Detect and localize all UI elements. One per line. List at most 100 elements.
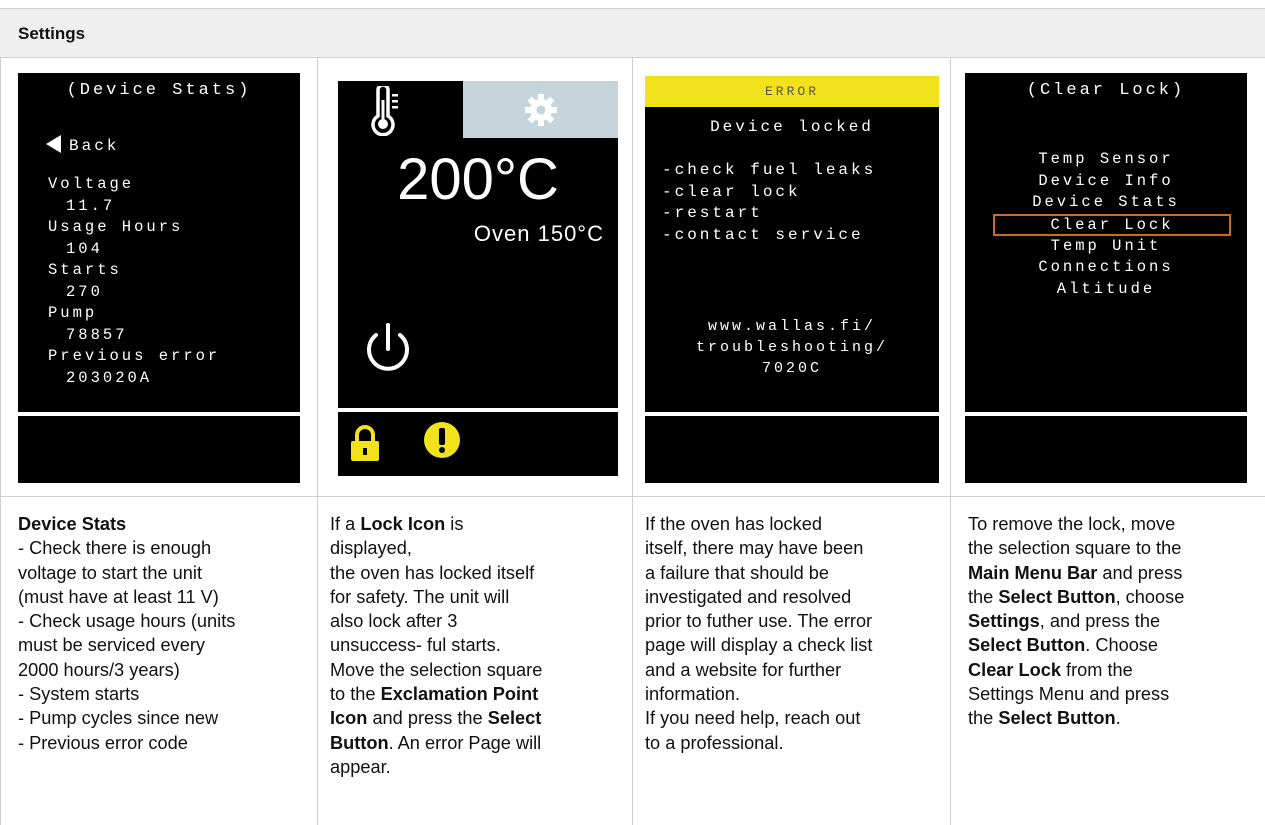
help-url: www.wallas.fi/ troubleshooting/ 7020C bbox=[645, 316, 939, 379]
menu-item-connections[interactable]: Connections bbox=[965, 257, 1247, 279]
lock-icon-description: If a Lock Icon is displayed, the oven ha… bbox=[330, 512, 625, 779]
screen-title: (Clear Lock) bbox=[1026, 81, 1186, 100]
back-label: Back bbox=[69, 137, 120, 155]
description-line: To remove the lock, move bbox=[968, 514, 1176, 534]
bold-term: Button bbox=[330, 732, 389, 753]
home-screen: 200°C Oven 150°C bbox=[338, 81, 618, 476]
clear-lock-description: To remove the lock, move the selection s… bbox=[968, 512, 1260, 731]
exclamation-icon[interactable] bbox=[423, 421, 461, 459]
list-item: -restart bbox=[662, 204, 763, 222]
screen-divider bbox=[645, 412, 939, 416]
description-line: for safety. The unit will bbox=[330, 586, 510, 607]
error-banner: ERROR bbox=[645, 76, 939, 107]
settings-table: Settings (Device Stats) Back Voltage 11.… bbox=[0, 0, 1265, 825]
description-line: - Pump cycles since new bbox=[18, 708, 219, 729]
description-line: displayed, bbox=[330, 538, 412, 559]
description-line: prior to futher use. The error bbox=[645, 611, 873, 632]
text-span: , choose bbox=[1115, 586, 1185, 607]
menu-item-device-info[interactable]: Device Info bbox=[965, 171, 1247, 193]
list-item: -clear lock bbox=[662, 182, 801, 201]
url-line: www.wallas.fi/ bbox=[707, 318, 877, 335]
bold-term: Settings bbox=[968, 611, 1040, 632]
stat-value: 11.7 bbox=[66, 196, 116, 215]
description-line: If the oven has locked bbox=[645, 514, 822, 534]
text-span: the bbox=[968, 708, 999, 729]
description-line: voltage to start the unit bbox=[18, 562, 203, 583]
stat-label: Usage Hours bbox=[48, 218, 184, 236]
text-span: . bbox=[1115, 708, 1121, 729]
description-line: to a professional. bbox=[645, 732, 784, 753]
current-temperature: 200°C bbox=[397, 147, 559, 212]
description-heading: Device Stats bbox=[18, 514, 127, 534]
stat-value: 270 bbox=[66, 282, 103, 301]
error-page-description: If the oven has locked itself, there may… bbox=[645, 512, 945, 755]
header-title: Settings bbox=[18, 24, 86, 43]
description-line: Move the selection square bbox=[330, 659, 543, 680]
error-screen: ERROR Device locked -check fuel leaks -c… bbox=[645, 76, 939, 483]
menu-item-temp-sensor[interactable]: Temp Sensor bbox=[965, 149, 1247, 171]
list-item: -contact service bbox=[662, 225, 864, 244]
bold-term: Select Button bbox=[998, 708, 1116, 729]
description-line: also lock after 3 bbox=[330, 611, 458, 632]
stat-label: Pump bbox=[48, 304, 98, 322]
divider bbox=[632, 58, 633, 825]
stat-value: 203020A bbox=[66, 368, 153, 387]
text-span: If a bbox=[330, 514, 361, 534]
description-line: If you need help, reach out bbox=[645, 708, 861, 729]
divider bbox=[0, 58, 1, 825]
description-line: Settings Menu and press bbox=[968, 684, 1170, 705]
stat-value: 104 bbox=[66, 239, 103, 258]
description-line: must be serviced every bbox=[18, 635, 205, 656]
error-title: Device locked bbox=[710, 118, 874, 136]
device-stats-description: Device Stats - Check there is enough vol… bbox=[18, 512, 308, 755]
bold-term: Clear Lock bbox=[968, 659, 1061, 680]
power-icon[interactable] bbox=[360, 321, 416, 377]
text-span: and press the bbox=[367, 708, 488, 729]
description-line: - Check usage hours (units bbox=[18, 611, 236, 632]
error-checklist: -check fuel leaks -clear lock -restart -… bbox=[662, 160, 876, 246]
bold-term: Main Menu Bar bbox=[968, 562, 1098, 583]
settings-tab[interactable] bbox=[463, 81, 618, 138]
screen-divider bbox=[18, 412, 300, 416]
text-span: is bbox=[445, 514, 464, 534]
description-line: investigated and resolved bbox=[645, 586, 852, 607]
menu-item-temp-unit[interactable]: Temp Unit bbox=[965, 236, 1247, 258]
text-span: and press bbox=[1097, 562, 1183, 583]
text-span: the bbox=[968, 586, 999, 607]
description-line: a failure that should be bbox=[645, 562, 830, 583]
menu-item-clear-lock[interactable]: Clear Lock bbox=[993, 213, 1231, 236]
description-line: the oven has locked itself bbox=[330, 562, 535, 583]
list-item: -check fuel leaks bbox=[662, 161, 877, 179]
stat-label: Starts bbox=[48, 261, 122, 279]
description-line: - Check there is enough bbox=[18, 538, 212, 559]
gear-icon bbox=[525, 94, 557, 126]
stat-label: Previous error bbox=[48, 347, 221, 365]
description-line: page will display a check list bbox=[645, 635, 873, 656]
description-line: (must have at least 11 V) bbox=[18, 586, 219, 607]
oven-temperature: Oven 150°C bbox=[473, 221, 604, 246]
text-span: . Choose bbox=[1085, 635, 1159, 656]
url-line: 7020C bbox=[761, 360, 822, 377]
menu-item-altitude[interactable]: Altitude bbox=[965, 279, 1247, 301]
text-span: . An error Page will bbox=[388, 732, 542, 753]
bold-term: Lock Icon bbox=[360, 514, 446, 534]
back-button[interactable]: Back bbox=[46, 135, 119, 155]
description-line: unsuccess- ful starts. bbox=[330, 635, 501, 656]
bold-term: Select bbox=[487, 708, 542, 729]
description-line: - System starts bbox=[18, 684, 140, 705]
thermometer-icon bbox=[371, 86, 398, 136]
text-span: , and press the bbox=[1039, 611, 1161, 632]
description-line: appear. bbox=[330, 756, 391, 777]
description-line: the selection square to the bbox=[968, 538, 1182, 559]
menu-item-device-stats[interactable]: Device Stats bbox=[965, 192, 1247, 214]
text-span: from the bbox=[1061, 659, 1133, 680]
bold-term: Icon bbox=[330, 708, 368, 729]
bold-term: Exclamation Point bbox=[380, 684, 539, 705]
divider bbox=[950, 58, 951, 825]
clear-lock-screen: (Clear Lock) Temp Sensor Device Info Dev… bbox=[965, 73, 1247, 483]
back-arrow-icon bbox=[46, 135, 61, 153]
description-line: 2000 hours/3 years) bbox=[18, 659, 180, 680]
bold-term: Select Button bbox=[998, 586, 1116, 607]
description-line: - Previous error code bbox=[18, 732, 188, 753]
lock-icon[interactable] bbox=[348, 424, 382, 464]
